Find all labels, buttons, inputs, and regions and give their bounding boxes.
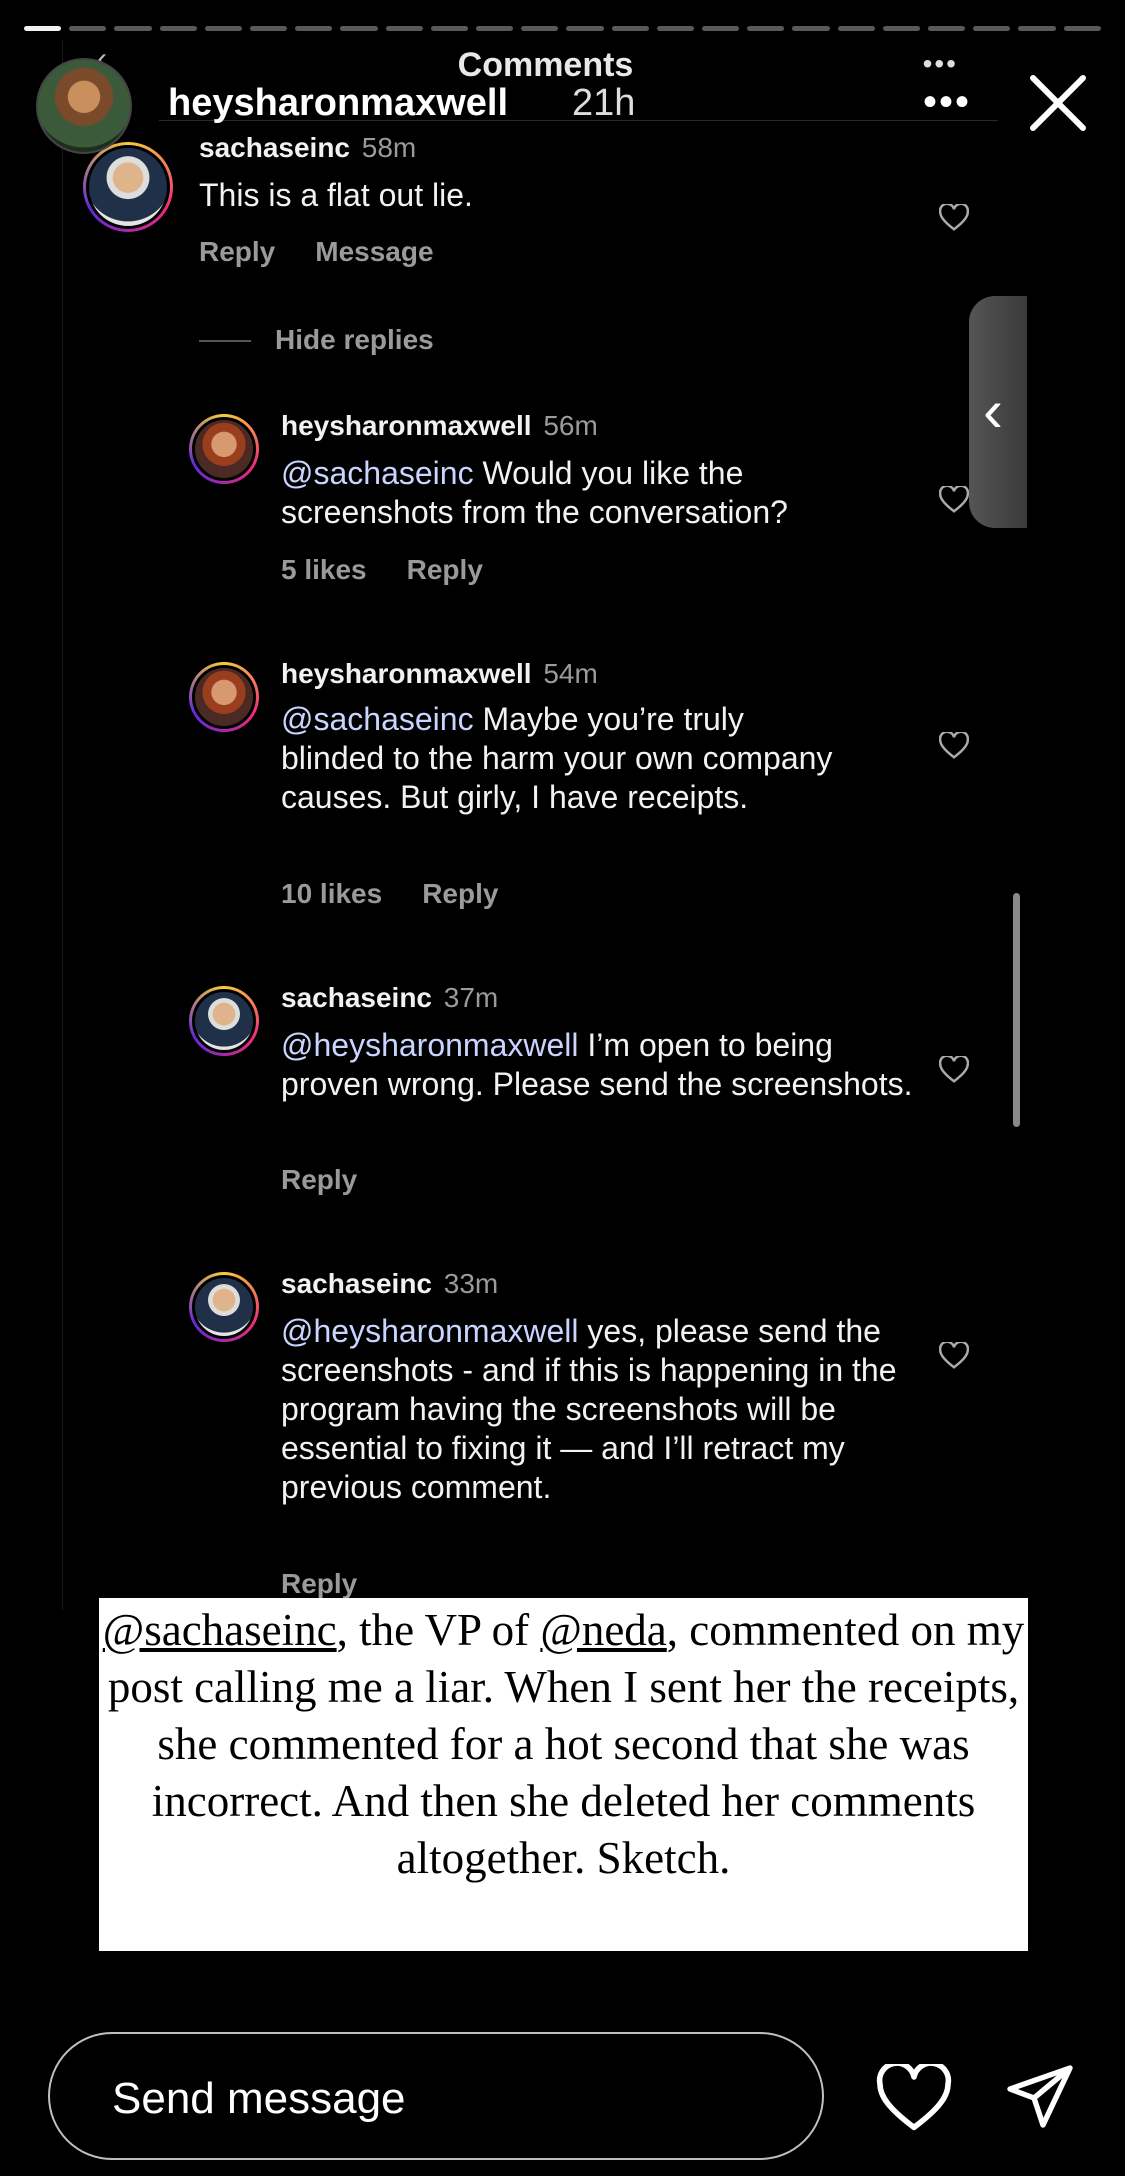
comment-mention[interactable]: @heysharonmaxwell <box>281 1027 579 1063</box>
progress-segment <box>159 26 197 31</box>
progress-segment <box>792 26 830 31</box>
progress-segment <box>837 26 875 31</box>
reply-button[interactable]: Reply <box>422 878 498 909</box>
like-icon[interactable] <box>939 204 969 232</box>
story-header: heysharonmaxwell 21h ••• <box>36 52 1089 162</box>
comment-body: This is a flat out lie. <box>199 177 473 213</box>
comment-mention[interactable]: @sachaseinc <box>281 455 474 491</box>
like-icon[interactable] <box>939 1342 969 1370</box>
progress-segment <box>114 26 152 31</box>
progress-segment <box>1063 26 1101 31</box>
comment-username: heysharonmaxwell <box>281 410 532 441</box>
progress-segment <box>656 26 695 31</box>
progress-segment <box>928 26 966 31</box>
comment-text: @sachaseinc Would you like the screensho… <box>281 454 881 532</box>
comment-header: sachaseinc 33m <box>281 1268 498 1300</box>
avatar <box>189 662 259 732</box>
close-icon[interactable] <box>1027 72 1089 134</box>
progress-segment <box>295 26 333 31</box>
comment-header: heysharonmaxwell 56m <box>281 410 598 442</box>
caption-mention[interactable]: @neda <box>540 1605 666 1655</box>
send-message-input[interactable]: Send message <box>48 2032 824 2160</box>
progress-segment <box>476 26 514 31</box>
likes-count[interactable]: 10 likes <box>281 878 382 909</box>
comment-actions: Reply <box>281 1568 397 1600</box>
comment-text: @heysharonmaxwell yes, please send the s… <box>281 1312 901 1507</box>
comments-screenshot: ‹ Comments ••• sachaseinc 58m This is a … <box>62 40 1028 1610</box>
like-icon[interactable] <box>939 732 969 760</box>
reply-button[interactable]: Reply <box>199 236 275 267</box>
progress-segment <box>250 26 288 31</box>
send-icon[interactable] <box>1004 2062 1076 2134</box>
side-panel-tab[interactable]: ‹ <box>969 296 1027 528</box>
comment-text: @heysharonmaxwell I’m open to being prov… <box>281 1026 921 1104</box>
comment-header: sachaseinc 37m <box>281 982 498 1014</box>
progress-segment <box>430 26 469 31</box>
progress-segment <box>702 26 740 31</box>
reply-button[interactable]: Reply <box>281 1164 357 1195</box>
story-caption: @sachaseinc, the VP of @neda, commented … <box>99 1598 1028 1951</box>
chevron-left-icon: ‹ <box>983 377 1003 444</box>
comment-username: sachaseinc <box>281 982 432 1013</box>
scrollbar[interactable] <box>1013 893 1020 1127</box>
heart-icon[interactable] <box>876 2064 952 2132</box>
hide-replies-button[interactable]: Hide replies <box>275 324 434 356</box>
comment-username: heysharonmaxwell <box>281 658 532 689</box>
progress-segment <box>882 26 921 31</box>
progress-segment <box>69 26 107 31</box>
likes-count[interactable]: 5 likes <box>281 554 367 585</box>
progress-segment <box>973 26 1011 31</box>
caption-text: , the VP of <box>336 1605 541 1655</box>
story-username[interactable]: heysharonmaxwell <box>168 82 508 125</box>
progress-segment <box>340 26 378 31</box>
comment-mention[interactable]: @sachaseinc <box>281 701 474 737</box>
reply-button[interactable]: Reply <box>407 554 483 585</box>
message-button[interactable]: Message <box>315 236 433 267</box>
avatar <box>189 1272 259 1342</box>
progress-segment <box>566 26 604 31</box>
progress-segment <box>385 26 423 31</box>
avatar[interactable] <box>36 58 132 154</box>
comment-mention[interactable]: @heysharonmaxwell <box>281 1313 579 1349</box>
progress-segment <box>24 26 62 31</box>
comment-time: 56m <box>543 410 598 441</box>
comment-time: 54m <box>543 658 598 689</box>
avatar <box>189 414 259 484</box>
comment-actions: 10 likes Reply <box>281 878 538 910</box>
progress-segment <box>204 26 243 31</box>
progress-segment <box>747 26 785 31</box>
progress-segment <box>611 26 649 31</box>
story-time: 21h <box>572 82 636 124</box>
send-message-placeholder: Send message <box>112 2074 406 2123</box>
like-icon[interactable] <box>939 486 969 514</box>
avatar <box>189 986 259 1056</box>
comment-text: This is a flat out lie. <box>199 176 919 215</box>
comment-username: sachaseinc <box>281 1268 432 1299</box>
progress-segment <box>1018 26 1056 31</box>
more-icon[interactable]: ••• <box>923 80 971 125</box>
story-progress <box>24 26 1101 31</box>
like-icon[interactable] <box>939 1056 969 1084</box>
caption-mention[interactable]: @sachaseinc <box>103 1605 337 1655</box>
comment-actions: Reply <box>281 1164 397 1196</box>
comment-text: @sachaseinc Maybe you’re truly blinded t… <box>281 700 841 817</box>
progress-segment <box>521 26 559 31</box>
comment-actions: Reply Message <box>199 236 474 268</box>
comment-header: heysharonmaxwell 54m <box>281 658 598 690</box>
reply-button[interactable]: Reply <box>281 1568 357 1599</box>
comment-time: 37m <box>443 982 499 1013</box>
comment-actions: 5 likes Reply <box>281 554 523 586</box>
comment-time: 33m <box>443 1268 499 1299</box>
hide-replies-line <box>199 340 251 342</box>
